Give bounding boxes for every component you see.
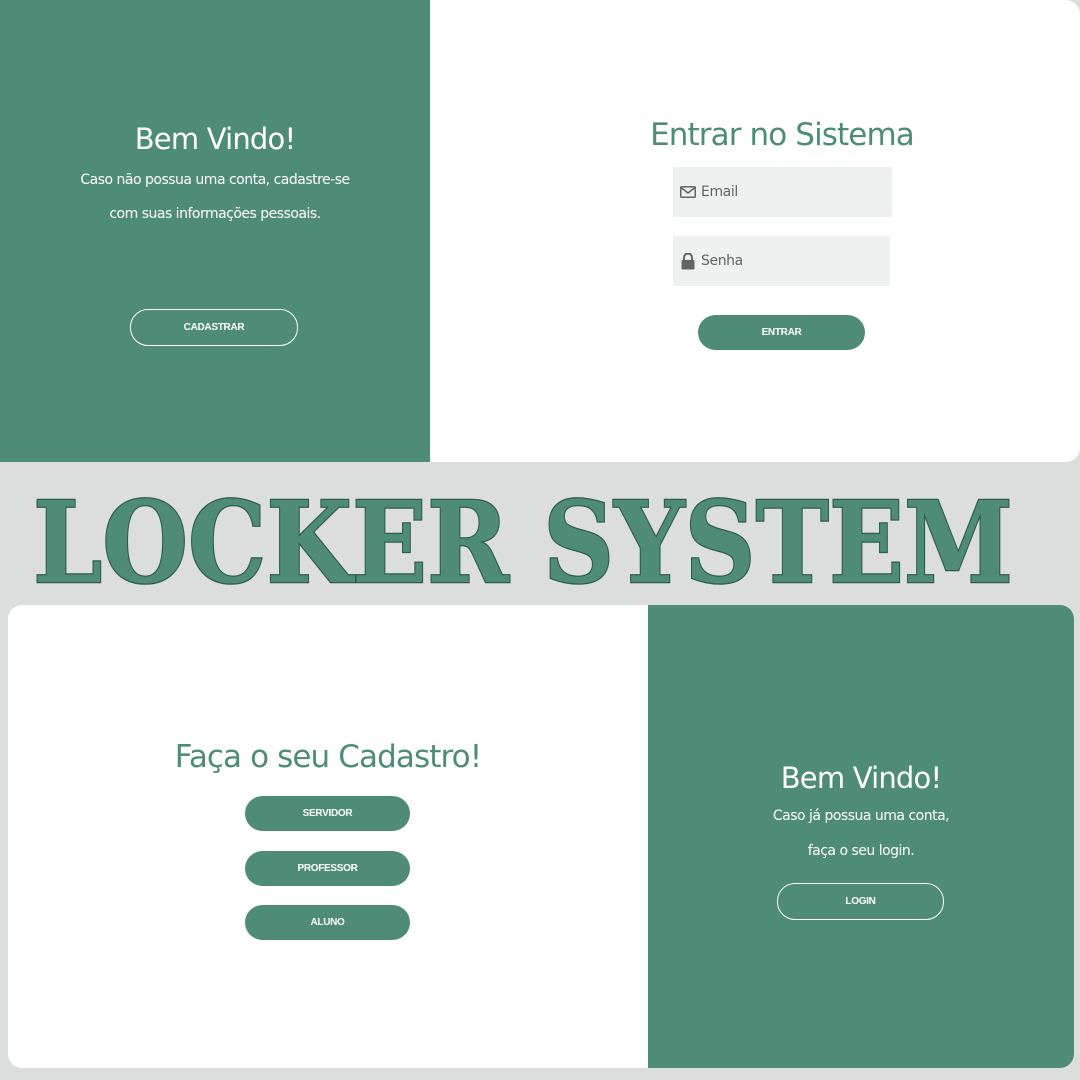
login-button[interactable]: LOGIN (777, 883, 944, 920)
login-welcome-panel: Bem Vindo! Caso não possua uma conta, ca… (0, 0, 430, 462)
lock-icon (679, 252, 697, 270)
register-form-title: Faça o seu Cadastro! (174, 739, 482, 775)
register-welcome-panel: Bem Vindo! Caso já possua uma conta, faç… (648, 605, 1074, 1068)
register-screen: Faça o seu Cadastro! SERVIDOR PROFESSOR … (8, 605, 1074, 1068)
login-welcome-line2: com suas informações pessoais. (109, 206, 321, 222)
envelope-icon (679, 183, 697, 201)
banner-title: LOCKER SYSTEM (33, 478, 1013, 598)
email-input[interactable] (701, 184, 871, 200)
login-form-title: Entrar no Sistema (650, 117, 915, 153)
entrar-button[interactable]: ENTRAR (698, 315, 865, 350)
login-welcome-line1: Caso não possua uma conta, cadastre-se (80, 172, 350, 188)
login-screen: Bem Vindo! Caso não possua uma conta, ca… (0, 0, 1080, 462)
register-welcome-line1: Caso já possua uma conta, (772, 808, 950, 824)
password-field[interactable] (673, 236, 890, 286)
professor-button[interactable]: PROFESSOR (245, 851, 410, 886)
email-field[interactable] (673, 167, 892, 217)
password-input[interactable] (701, 253, 871, 269)
banner: LOCKER SYSTEM (32, 477, 1015, 598)
aluno-button[interactable]: ALUNO (245, 905, 410, 940)
register-welcome-title: Bem Vindo! (780, 761, 942, 795)
login-welcome-title: Bem Vindo! (134, 122, 296, 156)
register-welcome-line2: faça o seu login. (807, 843, 915, 859)
servidor-button[interactable]: SERVIDOR (245, 796, 410, 831)
cadastrar-button[interactable]: CADASTRAR (130, 309, 298, 346)
